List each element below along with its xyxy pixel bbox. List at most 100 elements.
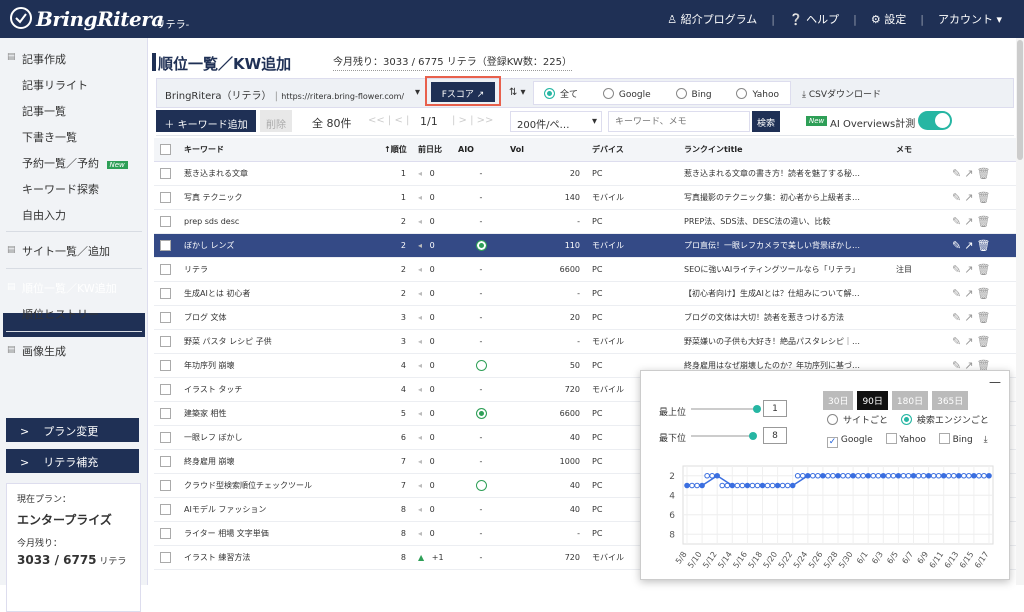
engine-google[interactable]: ✓ Google (827, 435, 873, 448)
keyword-cell[interactable]: 惹き込まれる文章 (178, 161, 378, 186)
row-checkbox[interactable] (160, 479, 171, 491)
add-keyword-button[interactable]: ＋ キーワード追加 (156, 110, 256, 132)
keyword-cell[interactable]: ライター 相場 文字単価 (178, 521, 378, 546)
trash-icon[interactable]: 🗑 (976, 167, 993, 180)
col-diff[interactable]: 前日比 (412, 138, 452, 162)
sidebar-item-rewrite[interactable]: 記事リライト (22, 77, 88, 93)
trash-icon[interactable]: 🗑 (976, 311, 993, 324)
table-row[interactable]: ぼかし レンズ 2 ◂ 0 110 モバイル プロ直伝！一眼レフカメラで美しい背景ぼかし…… (154, 233, 1016, 258)
keyword-cell[interactable]: 年功序列 崩壊 (178, 353, 378, 378)
mode-engine[interactable]: 検索エンジンごと (900, 414, 989, 426)
top-rank-slider[interactable] (691, 405, 761, 413)
table-row[interactable]: 野菜 パスタ レシピ 子供 3 ◂ 0- - モバイル 野菜嫌いの子供も大好き！絶品パスタ… (154, 329, 1016, 354)
col-title[interactable]: ランクインtitle (678, 138, 890, 162)
edit-icon[interactable]: ✎ (952, 215, 964, 228)
memo-cell[interactable] (890, 233, 946, 258)
edit-icon[interactable]: ✎ (952, 335, 964, 348)
keyword-cell[interactable]: 終身雇用 崩壊 (178, 449, 378, 474)
filter-all[interactable]: 全て (544, 88, 578, 100)
keyword-cell[interactable]: prep sds desc (178, 209, 378, 234)
table-row[interactable]: 生成AIとは 初心者 2 ◂ 0- - PC 【初心者向け】生成AIとは？仕組みについて解… (154, 281, 1016, 306)
filter-yahoo[interactable]: Yahoo (736, 88, 779, 100)
memo-cell[interactable] (890, 329, 946, 354)
keyword-cell[interactable]: クラウド型検索順位チェックツール (178, 473, 378, 498)
keyword-cell[interactable]: 一眼レフ ぼかし (178, 425, 378, 450)
range-90[interactable]: 90日 (857, 391, 888, 410)
external-link-icon[interactable]: ↗ (964, 263, 976, 276)
csv-download-link[interactable]: ⤓ CSVダウンロード (802, 87, 881, 100)
engine-yahoo[interactable]: Yahoo (885, 433, 926, 445)
row-checkbox[interactable] (160, 311, 171, 323)
edit-icon[interactable]: ✎ (952, 263, 964, 276)
sidebar-item-create[interactable]: 記事作成 (22, 51, 66, 67)
prev-buttons[interactable]: << | < | (368, 115, 409, 126)
keyword-cell[interactable]: リテラ (178, 257, 378, 282)
sidebar-item-image[interactable]: 画像生成 (22, 343, 66, 359)
trash-icon[interactable]: 🗑 (976, 263, 993, 276)
per-page-select[interactable]: 200件/ペ… ▾ (510, 111, 602, 132)
row-checkbox[interactable] (160, 335, 171, 347)
help-link[interactable]: ❔ ヘルプ (789, 11, 839, 27)
row-checkbox[interactable] (160, 263, 171, 275)
next-buttons[interactable]: | > | >> (452, 115, 493, 126)
keyword-cell[interactable]: 建築家 相性 (178, 401, 378, 426)
col-rank[interactable]: ↑順位 (378, 138, 412, 162)
trash-icon[interactable]: 🗑 (976, 215, 993, 228)
external-link-icon[interactable]: ↗ (964, 311, 976, 324)
site-select[interactable]: BringRitera（リテラ） | https://ritera.bring-… (165, 87, 420, 102)
download-icon[interactable]: ⤓ (984, 435, 988, 445)
search-input[interactable] (608, 111, 750, 132)
range-365[interactable]: 365日 (932, 391, 969, 410)
bottom-rank-slider[interactable] (691, 432, 757, 440)
filter-google[interactable]: Google (602, 88, 651, 100)
edit-icon[interactable]: ✎ (952, 311, 964, 324)
account-menu[interactable]: アカウント ▾ (938, 11, 1002, 27)
sidebar-item-history[interactable]: 順位ヒストリー (22, 306, 99, 322)
trash-icon[interactable]: 🗑 (976, 239, 993, 252)
top-rank-input[interactable]: 1 (763, 400, 787, 417)
col-memo[interactable]: メモ (890, 138, 946, 162)
sidebar-item-sites[interactable]: サイト一覧／追加 (22, 243, 110, 259)
memo-cell[interactable] (890, 305, 946, 330)
sidebar-item-rank[interactable]: 順位一覧／KW追加 (22, 280, 117, 296)
table-row[interactable]: prep sds desc 2 ◂ 0- - PC PREP法、SDS法、DESC法の違い… (154, 209, 1016, 234)
sort-icon[interactable]: ⇅ ▾ (509, 87, 526, 98)
row-checkbox[interactable] (160, 191, 171, 203)
memo-cell[interactable] (890, 161, 946, 186)
table-row[interactable]: 惹き込まれる文章 1 ◂ 0 - 20 PC 惹き込まれる文章の書き方！読者を魅了する秘… ✎… (154, 161, 1016, 186)
bottom-rank-input[interactable]: 8 (763, 427, 787, 444)
memo-cell[interactable] (890, 185, 946, 210)
col-vol[interactable]: Vol (504, 138, 586, 162)
table-row[interactable]: リテラ 2 ◂ 0 - 6600 PC SEOに強いAIライティングツールなら「リテラ」 注目… (154, 257, 1016, 282)
logo[interactable]: BringRitera (10, 7, 164, 31)
edit-icon[interactable]: ✎ (952, 167, 964, 180)
external-link-icon[interactable]: ↗ (964, 239, 976, 252)
fscore-button[interactable]: Fスコア ↗ (431, 82, 495, 102)
engine-bing[interactable]: Bing (938, 433, 973, 445)
external-link-icon[interactable]: ↗ (964, 335, 976, 348)
edit-icon[interactable]: ✎ (952, 191, 964, 204)
row-checkbox[interactable] (160, 167, 171, 179)
sidebar-item-list[interactable]: 記事一覧 (22, 103, 66, 119)
page-scrollbar[interactable] (1016, 38, 1024, 585)
sidebar-item-schedule[interactable]: 予約一覧／予約 New (22, 155, 128, 171)
trash-icon[interactable]: 🗑 (976, 335, 993, 348)
range-180[interactable]: 180日 (891, 391, 929, 410)
memo-cell[interactable] (890, 281, 946, 306)
edit-icon[interactable]: ✎ (952, 287, 964, 300)
row-checkbox[interactable] (160, 431, 171, 443)
row-checkbox[interactable] (160, 359, 171, 371)
keyword-cell[interactable]: 生成AIとは 初心者 (178, 281, 378, 306)
edit-icon[interactable]: ✎ (952, 239, 964, 252)
row-checkbox[interactable] (160, 503, 171, 515)
col-device[interactable]: デバイス (586, 138, 678, 162)
external-link-icon[interactable]: ↗ (964, 215, 976, 228)
sidebar-item-free[interactable]: 自由入力 (22, 207, 66, 223)
row-checkbox[interactable] (160, 455, 171, 467)
sidebar-item-keyword[interactable]: キーワード探索 (22, 181, 99, 197)
row-checkbox[interactable] (160, 239, 171, 251)
keyword-cell[interactable]: 野菜 パスタ レシピ 子供 (178, 329, 378, 354)
settings-link[interactable]: ⚙ 設定 (871, 11, 906, 27)
delete-button[interactable]: 削除 (260, 110, 292, 132)
table-row[interactable]: ブログ 文体 3 ◂ 0 - 20 PC ブログの文体は大切！読者を惹きつける方法 ✎↗🗑 (154, 305, 1016, 330)
